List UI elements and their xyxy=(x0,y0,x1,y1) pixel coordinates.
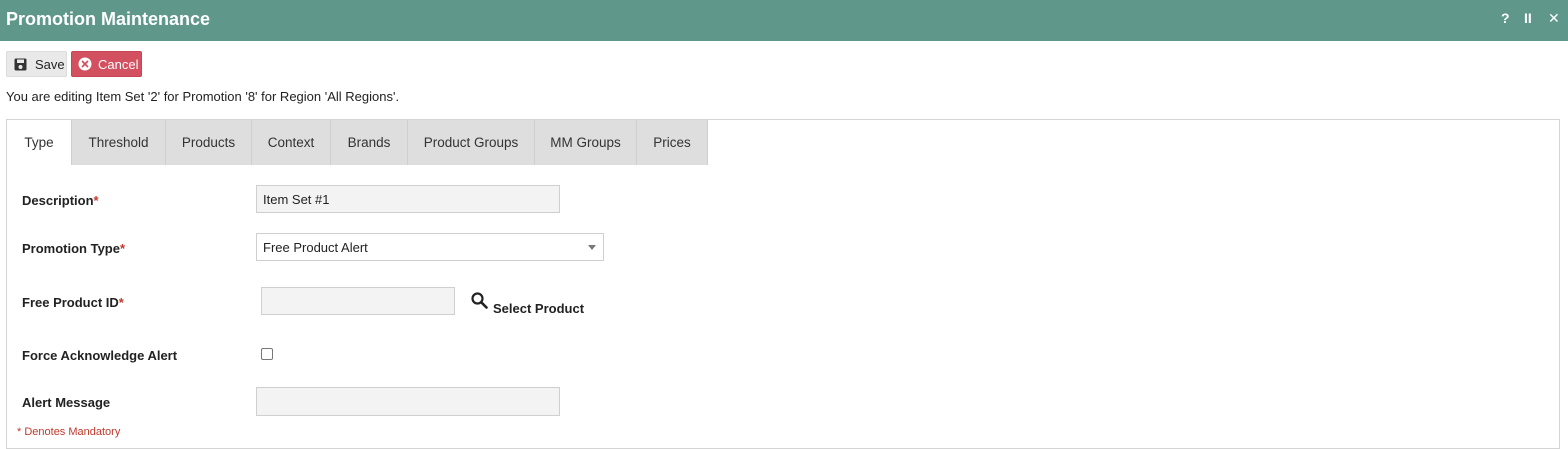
description-input[interactable]: Item Set #1 xyxy=(256,185,560,213)
alert-message-input[interactable] xyxy=(256,387,560,416)
tab-threshold[interactable]: Threshold xyxy=(72,120,166,165)
promotion-type-label: Promotion Type* xyxy=(22,241,126,256)
alert-message-label: Alert Message xyxy=(22,395,111,410)
mandatory-note: * Denotes Mandatory xyxy=(17,426,121,438)
close-icon[interactable]: ✕ xyxy=(1548,10,1560,26)
free-product-id-label: Free Product ID* xyxy=(22,295,124,310)
select-product-link[interactable]: Select Product xyxy=(493,301,584,316)
free-product-id-input[interactable] xyxy=(261,287,455,315)
description-label: Description* xyxy=(22,193,99,208)
promotion-type-select[interactable]: Free Product Alert xyxy=(256,233,604,261)
floppy-disk-icon xyxy=(14,58,27,71)
tab-products[interactable]: Products xyxy=(166,120,252,165)
tab-brands[interactable]: Brands xyxy=(331,120,408,165)
pause-icon[interactable]: II xyxy=(1524,10,1532,26)
cancel-label: Cancel xyxy=(98,56,139,72)
editing-message: You are editing Item Set '2' for Promoti… xyxy=(6,89,400,104)
required-marker: * xyxy=(118,295,124,310)
force-acknowledge-label: Force Acknowledge Alert xyxy=(22,348,178,363)
tab-type[interactable]: Type xyxy=(7,120,72,165)
required-marker: * xyxy=(93,193,99,208)
tab-panel: Type Threshold Products Context Brands P… xyxy=(6,119,1560,449)
tab-product-groups[interactable]: Product Groups xyxy=(408,120,535,165)
force-acknowledge-checkbox[interactable] xyxy=(261,348,273,360)
cancel-circle-icon xyxy=(78,57,92,71)
tab-context[interactable]: Context xyxy=(252,120,331,165)
title-bar: Promotion Maintenance ? II ✕ xyxy=(0,0,1568,41)
chevron-down-icon xyxy=(588,245,596,250)
help-icon[interactable]: ? xyxy=(1501,10,1510,26)
required-marker: * xyxy=(119,241,126,256)
tab-bar: Type Threshold Products Context Brands P… xyxy=(7,120,708,165)
save-button[interactable]: Save xyxy=(6,51,67,77)
promotion-type-value: Free Product Alert xyxy=(263,239,368,255)
search-icon[interactable] xyxy=(471,292,488,309)
tab-mm-groups[interactable]: MM Groups xyxy=(535,120,637,165)
cancel-button[interactable]: Cancel xyxy=(71,51,142,77)
save-label: Save xyxy=(35,56,65,72)
tab-prices[interactable]: Prices xyxy=(637,120,708,165)
window-title: Promotion Maintenance xyxy=(6,9,211,29)
